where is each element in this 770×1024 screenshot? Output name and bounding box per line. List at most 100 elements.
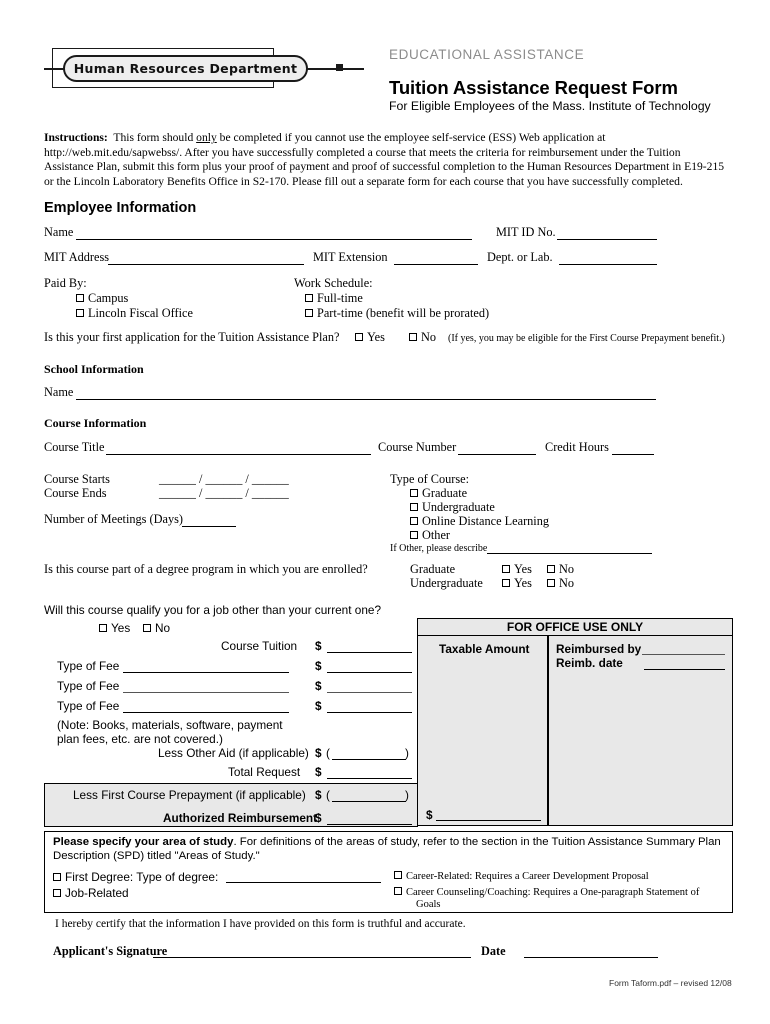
logo-rule-right	[305, 68, 364, 70]
less-first-course-prepayment-label: Less First Course Prepayment (if applica…	[73, 788, 306, 802]
reimb-date-label: Reimb. date	[556, 656, 623, 670]
first-degree-checkbox[interactable]: First Degree: Type of degree:	[53, 870, 218, 884]
authorized-reimbursement-currency: $	[315, 811, 322, 825]
less-first-course-prepayment-input[interactable]	[332, 801, 406, 802]
job-qualification-yes-checkbox[interactable]: Yes	[99, 621, 130, 635]
course-type-graduate-checkbox[interactable]: Graduate	[410, 486, 467, 500]
checkbox-icon	[409, 333, 417, 341]
school-name-label: Name	[44, 385, 74, 399]
type-of-fee-1-label: Type of Fee	[57, 659, 120, 673]
course-starts-label: Course Starts	[44, 472, 110, 486]
degree-row-graduate-label: Graduate	[410, 562, 456, 576]
degree-graduate-no-label: No	[559, 562, 575, 576]
first-application-no-label: No	[421, 330, 437, 344]
first-application-no-checkbox[interactable]: No	[409, 330, 436, 344]
mit-id-label: MIT ID No.	[496, 225, 556, 239]
type-of-course-label: Type of Course:	[390, 472, 470, 486]
checkbox-icon	[547, 579, 555, 587]
course-type-graduate-label: Graduate	[422, 486, 468, 500]
reimbursed-by-input[interactable]	[642, 654, 725, 655]
degree-undergraduate-no-checkbox[interactable]: No	[547, 576, 574, 590]
type-of-fee-3-amount-input[interactable]	[327, 712, 412, 713]
taxable-amount-currency: $	[426, 808, 433, 822]
number-of-meetings-input[interactable]	[182, 526, 236, 527]
employee-name-label: Name	[44, 225, 74, 239]
office-use-title-bar: FOR OFFICE USE ONLY	[418, 619, 732, 636]
mit-extension-input[interactable]	[394, 264, 478, 265]
if-other-describe-input[interactable]	[487, 553, 652, 554]
first-application-yes-checkbox[interactable]: Yes	[355, 330, 385, 344]
applicant-signature-input[interactable]	[153, 957, 471, 958]
paid-by-campus-checkbox[interactable]: Campus	[76, 291, 128, 305]
paid-by-campus-label: Campus	[88, 291, 129, 305]
checkbox-icon	[410, 503, 418, 511]
page-subtitle: For Eligible Employees of the Mass. Inst…	[389, 99, 711, 113]
course-type-other-checkbox[interactable]: Other	[410, 528, 450, 542]
career-counseling-label: Career Counseling/Coaching: Requires a O…	[406, 887, 700, 898]
degree-undergraduate-yes-label: Yes	[514, 576, 532, 590]
logo-square-dot	[336, 64, 343, 71]
first-degree-type-input[interactable]	[226, 882, 381, 883]
area-of-study-intro: Please specify your area of study. For d…	[53, 836, 721, 863]
work-schedule-parttime-checkbox[interactable]: Part-time (benefit will be prorated)	[305, 306, 489, 320]
course-number-input[interactable]	[458, 454, 536, 455]
course-tuition-input[interactable]	[327, 652, 412, 653]
degree-undergraduate-yes-checkbox[interactable]: Yes	[502, 576, 532, 590]
total-request-input[interactable]	[327, 778, 412, 779]
reimb-date-input[interactable]	[644, 669, 725, 670]
date-input[interactable]	[524, 957, 658, 958]
type-of-fee-3-input[interactable]	[123, 712, 289, 713]
authorized-reimbursement-input[interactable]	[327, 824, 412, 825]
type-of-fee-1-amount-input[interactable]	[327, 672, 412, 673]
course-ends-date-input[interactable]: ______ / ______ / ______	[159, 486, 289, 500]
course-type-online-checkbox[interactable]: Online Distance Learning	[410, 514, 549, 528]
employee-name-input[interactable]	[76, 239, 472, 240]
type-of-fee-2-input[interactable]	[123, 692, 289, 693]
checkbox-icon	[410, 517, 418, 525]
course-title-label: Course Title	[44, 440, 105, 454]
mit-id-input[interactable]	[557, 239, 657, 240]
course-tuition-label: Course Tuition	[221, 639, 298, 653]
work-schedule-parttime-label: Part-time (benefit will be prorated)	[317, 306, 490, 320]
taxable-amount-input[interactable]	[436, 820, 541, 821]
course-title-input[interactable]	[106, 454, 371, 455]
checkbox-icon	[355, 333, 363, 341]
type-of-fee-2-label: Type of Fee	[57, 679, 120, 693]
certification-text: I hereby certify that the information I …	[55, 918, 466, 930]
work-schedule-fulltime-checkbox[interactable]: Full-time	[305, 291, 363, 305]
checkbox-icon	[53, 889, 61, 897]
degree-undergraduate-no-label: No	[559, 576, 575, 590]
career-related-checkbox[interactable]: Career-Related: Requires a Career Develo…	[394, 870, 649, 884]
course-starts-date-input[interactable]: ______ / ______ / ______	[159, 472, 289, 486]
if-other-describe-label: If Other, please describe	[390, 543, 488, 554]
first-degree-label: First Degree: Type of degree:	[65, 870, 219, 884]
less-other-aid-input[interactable]	[332, 759, 406, 760]
first-application-yes-label: Yes	[367, 330, 385, 344]
job-related-label: Job-Related	[65, 886, 129, 900]
checkbox-icon	[143, 624, 151, 632]
office-use-title: FOR OFFICE USE ONLY	[506, 620, 644, 634]
date-label: Date	[481, 944, 506, 958]
number-of-meetings-label: Number of Meetings (Days)	[44, 512, 183, 526]
form-footer-note: Form Taform.pdf – revised 12/08	[609, 978, 732, 988]
course-type-undergraduate-checkbox[interactable]: Undergraduate	[410, 500, 495, 514]
reimbursed-by-label: Reimbursed by	[556, 642, 642, 656]
school-name-input[interactable]	[76, 399, 656, 400]
type-of-fee-1-input[interactable]	[123, 672, 289, 673]
degree-graduate-no-checkbox[interactable]: No	[547, 562, 574, 576]
paid-by-lincoln-checkbox[interactable]: Lincoln Fiscal Office	[76, 306, 193, 320]
job-related-checkbox[interactable]: Job-Related	[53, 886, 129, 900]
checkbox-icon	[394, 871, 402, 879]
dept-or-lab-input[interactable]	[559, 264, 657, 265]
type-of-fee-2-amount-input[interactable]	[327, 692, 412, 693]
degree-row-undergraduate-label: Undergraduate	[410, 576, 483, 590]
authorized-reimbursement-label: Authorized Reimbursement	[163, 811, 318, 825]
course-tuition-currency: $	[315, 639, 322, 653]
employee-information-heading: Employee Information	[44, 200, 197, 216]
less-other-aid-label: Less Other Aid (if applicable)	[158, 746, 309, 760]
credit-hours-input[interactable]	[612, 454, 654, 455]
mit-address-input[interactable]	[108, 264, 304, 265]
degree-graduate-yes-checkbox[interactable]: Yes	[502, 562, 532, 576]
logo-label: Human Resources Department	[73, 61, 298, 76]
job-qualification-no-checkbox[interactable]: No	[143, 621, 170, 635]
